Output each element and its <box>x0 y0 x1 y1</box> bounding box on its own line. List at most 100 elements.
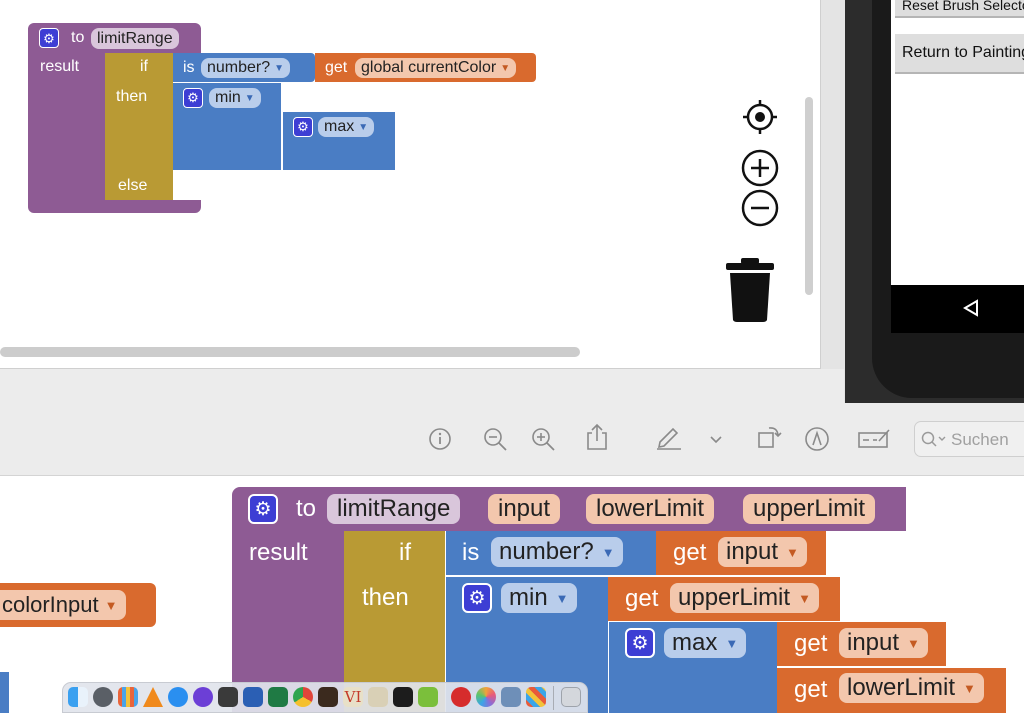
annotate-icon <box>805 427 829 451</box>
annotate-button[interactable] <box>804 426 830 457</box>
share-button[interactable] <box>585 423 609 456</box>
gear-icon[interactable]: ⚙ <box>625 628 655 658</box>
get-variable-dropdown[interactable]: global currentColor ▼ <box>355 58 517 78</box>
workspace-frame-bottom <box>0 369 844 403</box>
back-triangle-icon[interactable] <box>962 299 980 317</box>
rotate-icon <box>758 427 782 448</box>
excel-icon[interactable] <box>268 687 288 707</box>
zoomed-get-lowerlimit-name: lowerLimit <box>847 674 956 701</box>
vi-icon[interactable]: VI <box>343 687 363 707</box>
chevron-down-icon: ▼ <box>907 635 920 651</box>
zoomed-get-input2-dropdown[interactable]: input ▼ <box>839 628 928 658</box>
zoom-out-button[interactable] <box>741 189 779 227</box>
zoom-out-tool[interactable] <box>482 426 508 457</box>
zoomed-max-label: max <box>672 629 718 656</box>
max-dropdown[interactable]: max ▼ <box>318 117 375 137</box>
reset-brush-label: Reset Brush Selecto <box>902 0 1024 13</box>
zoomed-procedure-name: limitRange <box>337 495 451 522</box>
gear-icon[interactable]: ⚙ <box>293 117 313 137</box>
return-painting-button[interactable]: Return to Painting <box>895 34 1024 74</box>
launchpad-icon[interactable] <box>93 687 113 707</box>
param-lowerlimit-label: lowerLimit <box>596 495 705 522</box>
zoomed-min-dropdown[interactable]: min ▼ <box>501 583 577 613</box>
zoomed-get-input-dropdown[interactable]: input ▼ <box>718 537 807 567</box>
calculator-icon[interactable] <box>218 687 238 707</box>
zoom-in-icon <box>741 149 779 187</box>
finder-icon[interactable] <box>68 687 88 707</box>
partial-variable-name: colorInput <box>2 592 99 617</box>
markup-menu-button[interactable] <box>709 432 723 450</box>
zoom-in-button[interactable] <box>741 149 779 187</box>
trash-icon <box>726 258 774 322</box>
preview-icon[interactable] <box>501 687 521 707</box>
zoomed-get-label-3: get <box>794 630 828 657</box>
chevron-down-icon: ▼ <box>500 62 511 74</box>
zoomed-max-dropdown[interactable]: max ▼ <box>664 628 747 658</box>
search-field[interactable]: Suchen <box>914 421 1024 457</box>
chevron-down-icon: ▼ <box>274 62 285 74</box>
gear-icon[interactable]: ⚙ <box>39 28 59 48</box>
zoomed-if-label: if <box>399 539 411 566</box>
zoomed-number-check-dropdown[interactable]: number? ▼ <box>491 537 623 567</box>
zoomed-get-upperlimit-dropdown[interactable]: upperLimit ▼ <box>670 583 819 613</box>
param-upperlimit[interactable]: upperLimit <box>743 494 876 524</box>
markup-button[interactable] <box>655 424 683 455</box>
markup-pen-icon <box>657 427 681 450</box>
imovie-icon[interactable] <box>193 687 213 707</box>
vlc-icon[interactable] <box>143 687 163 707</box>
zoomed-get-upperlimit-name: upperLimit <box>678 584 791 611</box>
gear-icon[interactable]: ⚙ <box>462 583 492 613</box>
photos-icon[interactable] <box>476 687 496 707</box>
chevron-down-icon: ▼ <box>244 92 255 104</box>
zoomed-number-check-label: number? <box>499 538 594 565</box>
block-icon[interactable] <box>451 687 471 707</box>
zoomed-get-label-1: get <box>673 539 707 566</box>
paint-icon[interactable] <box>318 687 338 707</box>
info-button[interactable] <box>428 427 452 456</box>
zoomed-get-input2-name: input <box>847 629 900 656</box>
param-input[interactable]: input <box>488 494 561 524</box>
procedure-name: limitRange <box>97 29 173 47</box>
rotate-button[interactable] <box>755 423 783 456</box>
chevron-down-icon <box>710 436 722 444</box>
reset-brush-button[interactable]: Reset Brush Selecto <box>895 0 1024 18</box>
signature-button[interactable] <box>857 427 891 456</box>
param-input-label: input <box>498 495 551 522</box>
zoom-in-tool[interactable] <box>530 426 556 457</box>
zoom-out-icon <box>741 189 779 227</box>
get-variable-name: global currentColor <box>361 59 497 76</box>
chevron-down-icon: ▼ <box>555 590 569 606</box>
horizontal-scrollbar[interactable] <box>0 347 580 357</box>
zoomed-is-label: is <box>462 539 480 566</box>
partial-variable-dropdown[interactable]: colorInput ▼ <box>0 590 126 620</box>
zoomed-procedure-name-field[interactable]: limitRange <box>327 494 461 524</box>
safari-icon[interactable] <box>168 687 188 707</box>
script-icon[interactable] <box>368 687 388 707</box>
procedure-name-field[interactable]: limitRange <box>91 28 179 49</box>
chrome-icon[interactable] <box>293 687 313 707</box>
min-label: min <box>215 89 241 106</box>
number-check-dropdown[interactable]: number? ▼ <box>201 58 291 78</box>
gear-icon[interactable]: ⚙ <box>248 494 278 524</box>
word-icon[interactable] <box>243 687 263 707</box>
trash-icon[interactable] <box>561 687 581 707</box>
chevron-down-icon: ▼ <box>798 590 811 606</box>
zoom-in-icon <box>532 428 555 451</box>
partial-blue-block <box>0 672 9 713</box>
zoomed-min-label: min <box>509 584 548 611</box>
android-icon[interactable] <box>418 687 438 707</box>
terminal-icon[interactable] <box>393 687 413 707</box>
return-painting-label: Return to Painting <box>902 44 1024 61</box>
recenter-button[interactable] <box>742 99 778 135</box>
gear-icon[interactable]: ⚙ <box>183 88 203 108</box>
mosaic-icon[interactable] <box>526 687 546 707</box>
get-label: get <box>325 59 348 76</box>
if-label: if <box>140 58 148 75</box>
param-upperlimit-label: upperLimit <box>753 495 866 522</box>
vertical-scrollbar[interactable] <box>805 97 813 295</box>
param-lowerlimit[interactable]: lowerLimit <box>586 494 715 524</box>
min-dropdown[interactable]: min ▼ <box>209 88 261 108</box>
grid-icon[interactable] <box>118 687 138 707</box>
zoomed-get-lowerlimit-dropdown[interactable]: lowerLimit ▼ <box>839 673 984 703</box>
trash-button[interactable] <box>725 257 775 323</box>
